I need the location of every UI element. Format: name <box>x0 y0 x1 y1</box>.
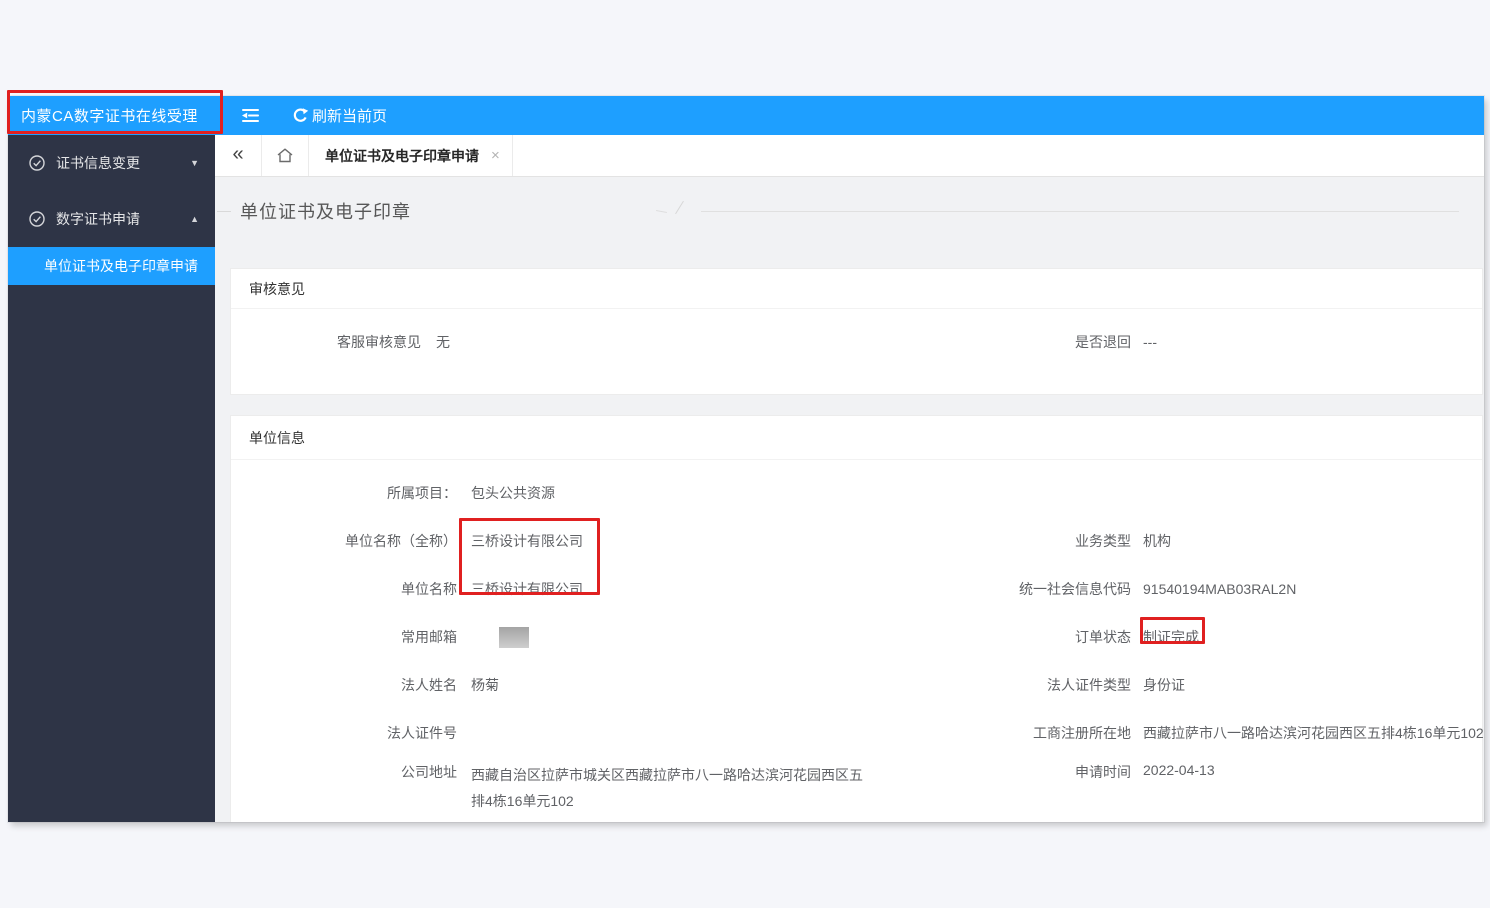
field-value: 三桥设计有限公司 <box>471 533 583 549</box>
field-label: 订单状态 <box>1075 629 1131 645</box>
home-icon <box>277 148 293 163</box>
field-value: 机构 <box>1143 533 1171 549</box>
divider-dash <box>217 210 231 212</box>
app-logo-title: 内蒙CA数字证书在线受理 <box>8 96 215 135</box>
form-row: 客服审核意见 无 是否退回 --- <box>231 325 1482 359</box>
sidebar-collapse-icon[interactable] <box>239 106 261 125</box>
main-area: 刷新当前页 « 单位证书及电子印章申请 × 单位证书及电子印章 审核意见 客服审… <box>215 96 1484 822</box>
tab-unit-cert-seal-apply[interactable]: 单位证书及电子印章申请 × <box>309 135 513 176</box>
field-value: 西藏拉萨市八一路哈达滨河花园西区五排4栋16单元102 <box>1143 725 1484 741</box>
field-label: 所属项目： <box>387 485 457 501</box>
badge-check-icon <box>28 210 46 228</box>
chevron-up-icon: ▲ <box>190 214 199 224</box>
field-value: 三桥设计有限公司 <box>471 581 583 597</box>
section-title: 单位信息 <box>231 416 1482 460</box>
order-status-value: 制证完成 <box>1143 629 1199 645</box>
field-value: 2022-04-13 <box>1143 762 1215 778</box>
home-tab-button[interactable] <box>262 135 309 176</box>
field-label: 单位名称 <box>401 581 457 597</box>
field-label: 常用邮箱 <box>401 629 457 645</box>
chevron-down-icon: ▼ <box>190 158 199 168</box>
redaction-smudge <box>655 210 668 213</box>
redacted-title-area <box>411 189 701 233</box>
sidebar-submenu: 单位证书及电子印章申请 <box>8 247 215 285</box>
form-row: 法人姓名 杨菊 法人证件类型 身份证 <box>231 661 1482 709</box>
top-header-bar: 刷新当前页 <box>215 96 1484 135</box>
divider-line <box>701 210 1459 212</box>
sidebar-item-label: 证书信息变更 <box>56 155 140 171</box>
page-title: 单位证书及电子印章 <box>240 202 411 222</box>
field-label: 公司地址 <box>401 764 457 780</box>
sidebar-item-digital-cert-apply[interactable]: 数字证书申请 ▲ <box>8 191 215 247</box>
form-row: 所属项目： 包头公共资源 <box>231 469 1482 517</box>
form-row: 常用邮箱 订单状态 制证完成 <box>231 613 1482 661</box>
redacted-email-value <box>499 626 529 648</box>
field-label: 法人证件类型 <box>1047 677 1131 693</box>
field-label: 是否退回 <box>1075 334 1131 350</box>
field-value: 身份证 <box>1143 677 1185 693</box>
sidebar-subitem-unit-cert-seal-apply[interactable]: 单位证书及电子印章申请 <box>8 247 215 285</box>
app-window: 内蒙CA数字证书在线受理 证书信息变更 ▼ 数字证书申请 ▲ 单位证书及电子印章… <box>8 96 1484 822</box>
sidebar-item-cert-info-change[interactable]: 证书信息变更 ▼ <box>8 135 215 191</box>
unit-info-card: 单位信息 所属项目： 包头公共资源 单位名称（全称） 三桥设计有限公司 业务类型… <box>230 415 1484 822</box>
tab-close-icon[interactable]: × <box>491 147 500 164</box>
field-value <box>471 626 529 648</box>
field-label: 单位名称（全称） <box>345 533 457 549</box>
field-value: 西藏自治区拉萨市城关区西藏拉萨市八一路哈达滨河花园西区五排4栋16单元102 <box>471 767 863 809</box>
form-row: 单位名称（全称） 三桥设计有限公司 业务类型 机构 <box>231 517 1482 565</box>
sidebar: 内蒙CA数字证书在线受理 证书信息变更 ▼ 数字证书申请 ▲ 单位证书及电子印章… <box>8 96 215 822</box>
tabs-scroll-left-button[interactable]: « <box>215 135 262 176</box>
review-opinion-card: 审核意见 客服审核意见 无 是否退回 --- <box>230 268 1483 395</box>
form-row: 法人证件号 工商注册所在地 西藏拉萨市八一路哈达滨河花园西区五排4栋16单元10… <box>231 709 1484 757</box>
field-label: 客服审核意见 <box>337 334 421 350</box>
sidebar-menu: 证书信息变更 ▼ 数字证书申请 ▲ 单位证书及电子印章申请 <box>8 135 215 285</box>
content-area: 单位证书及电子印章 审核意见 客服审核意见 无 是否退回 --- 单位信息 所属… <box>215 177 1484 822</box>
redaction-smudge <box>675 200 684 215</box>
field-label: 申请时间 <box>1075 764 1131 780</box>
field-value: --- <box>1143 334 1157 350</box>
section-title: 审核意见 <box>231 269 1482 309</box>
field-value: 91540194MAB03RAL2N <box>1143 581 1297 597</box>
refresh-icon <box>292 107 309 124</box>
tab-label: 单位证书及电子印章申请 <box>325 147 479 164</box>
field-label: 法人证件号 <box>387 725 457 741</box>
refresh-label: 刷新当前页 <box>312 108 388 125</box>
field-label: 业务类型 <box>1075 533 1131 549</box>
field-value: 无 <box>436 334 450 350</box>
field-value: 包头公共资源 <box>471 485 555 501</box>
field-label: 工商注册所在地 <box>1033 725 1131 741</box>
form-row: 单位名称 三桥设计有限公司 统一社会信息代码 91540194MAB03RAL2… <box>231 565 1482 613</box>
refresh-page-button[interactable]: 刷新当前页 <box>292 105 387 126</box>
form-row: 公司地址 西藏自治区拉萨市城关区西藏拉萨市八一路哈达滨河花园西区五排4栋16单元… <box>231 757 1482 817</box>
field-label: 法人姓名 <box>401 677 457 693</box>
page-title-divider: 单位证书及电子印章 <box>217 189 1483 233</box>
sidebar-item-label: 数字证书申请 <box>56 211 140 227</box>
field-label: 统一社会信息代码 <box>1019 581 1131 597</box>
tab-bar: « 单位证书及电子印章申请 × <box>215 135 1484 177</box>
badge-check-icon <box>28 154 46 172</box>
field-value: 杨菊 <box>471 677 499 693</box>
sidebar-subitem-label: 单位证书及电子印章申请 <box>44 258 198 274</box>
